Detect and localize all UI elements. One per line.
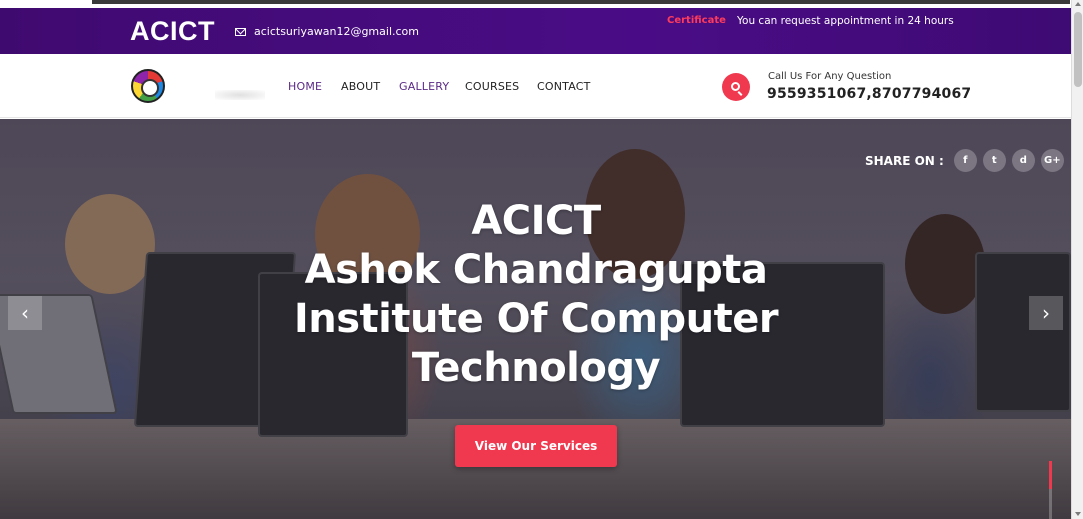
hero-title: ACICT Ashok Chandragupta Institute Of Co…: [236, 197, 836, 393]
hero-title-line: Institute Of Computer: [293, 296, 779, 342]
hero-title-line: ACICT: [471, 198, 601, 244]
certificate-link[interactable]: Certificate: [667, 15, 726, 26]
chevron-left-icon: ‹: [21, 301, 29, 325]
search-icon: [730, 81, 740, 91]
envelope-icon: [235, 27, 246, 36]
view-services-button[interactable]: View Our Services: [455, 425, 617, 467]
brand-name[interactable]: ACICT: [130, 16, 215, 47]
hero-slider: SHARE ON : f t d G+ ACICT Ashok Chandrag…: [0, 119, 1071, 519]
slider-prev-button[interactable]: ‹: [8, 296, 42, 330]
slide-indicator[interactable]: [1049, 461, 1052, 519]
call-number[interactable]: 9559351067,8707794067: [767, 86, 971, 102]
email-contact[interactable]: acictsuriyawan12@gmail.com: [235, 25, 419, 38]
top-info-bar: ACICT acictsuriyawan12@gmail.com Certifi…: [0, 8, 1071, 54]
main-navbar: HOME ABOUT GALLERY COURSES CONTACT Call …: [0, 54, 1071, 118]
google-plus-icon[interactable]: G+: [1040, 149, 1064, 172]
nav-item-home[interactable]: HOME: [288, 80, 341, 93]
nav-item-courses[interactable]: COURSES: [465, 80, 537, 93]
browser-top-bar: [92, 0, 1070, 4]
appointment-text: You can request appointment in 24 hours: [737, 15, 954, 27]
institute-logo[interactable]: [131, 69, 165, 103]
scroll-up-icon[interactable]: [1075, 2, 1081, 6]
scroll-down-icon[interactable]: [1075, 512, 1081, 516]
share-bar: SHARE ON : f t d G+: [865, 149, 1070, 172]
decorative-shadow: [215, 90, 265, 100]
page-scrollbar[interactable]: [1071, 0, 1083, 519]
email-text[interactable]: acictsuriyawan12@gmail.com: [254, 25, 419, 38]
nav-menu: HOME ABOUT GALLERY COURSES CONTACT: [288, 80, 597, 93]
browser-top-strip: [0, 0, 1083, 8]
nav-item-contact[interactable]: CONTACT: [537, 80, 597, 93]
search-button[interactable]: [722, 73, 750, 101]
twitter-icon[interactable]: t: [982, 149, 1006, 172]
call-label: Call Us For Any Question: [768, 71, 892, 82]
scrollbar-thumb[interactable]: [1074, 12, 1082, 87]
slider-next-button[interactable]: ›: [1029, 296, 1063, 330]
hero-title-line: Ashok Chandragupta: [304, 247, 768, 293]
nav-item-about[interactable]: ABOUT: [341, 80, 399, 93]
facebook-icon[interactable]: f: [953, 149, 977, 172]
share-label: SHARE ON :: [865, 153, 944, 168]
slide-indicator-active: [1049, 461, 1052, 489]
chevron-right-icon: ›: [1042, 301, 1050, 325]
nav-item-gallery[interactable]: GALLERY: [399, 80, 465, 93]
hero-title-line: Technology: [411, 345, 661, 391]
dribbble-icon[interactable]: d: [1011, 149, 1035, 172]
